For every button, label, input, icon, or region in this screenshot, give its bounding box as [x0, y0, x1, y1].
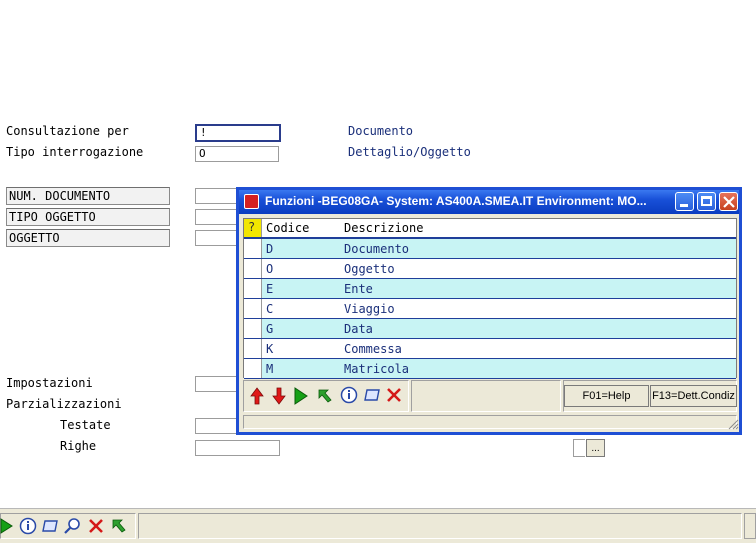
arrow-up-icon[interactable]: [250, 387, 264, 405]
bottom-message-area: [138, 513, 742, 539]
function-key-area: F01=Help F13=Dett.Condiz: [563, 380, 737, 412]
row-description: Matricola: [344, 362, 410, 376]
row-code: C: [266, 302, 274, 316]
minimize-button[interactable]: [675, 192, 694, 211]
cancel-icon[interactable]: [386, 387, 402, 403]
close-button[interactable]: [719, 192, 738, 211]
browse-button[interactable]: ...: [586, 439, 605, 457]
info-icon[interactable]: [340, 386, 358, 404]
f01-help-button[interactable]: F01=Help: [564, 385, 649, 407]
parzializzazioni-label: Parzializzazioni: [6, 397, 122, 411]
search-icon[interactable]: [64, 517, 82, 535]
list-item[interactable]: E Ente: [244, 279, 736, 299]
list-item[interactable]: K Commessa: [244, 339, 736, 359]
oggetto-input[interactable]: [195, 230, 240, 246]
functions-dialog: Funzioni -BEG08GA- System: AS400A.SMEA.I…: [236, 187, 742, 435]
impostazioni-input[interactable]: [195, 376, 240, 392]
list-item[interactable]: G Data: [244, 319, 736, 339]
oggetto-label: OGGETTO: [6, 229, 170, 247]
row-description: Data: [344, 322, 373, 336]
column-header-descrizione[interactable]: Descrizione: [344, 221, 423, 235]
consultazione-description: Documento: [348, 124, 414, 138]
window-icon[interactable]: [41, 518, 59, 534]
row-description: Commessa: [344, 342, 402, 356]
list-item[interactable]: C Viaggio: [244, 299, 736, 319]
return-arrow-icon[interactable]: [110, 517, 128, 535]
resize-grip-icon[interactable]: [727, 418, 739, 430]
row-selector[interactable]: [244, 279, 262, 298]
righe-option-field[interactable]: [573, 439, 585, 457]
bottom-toolbar: [0, 508, 756, 543]
dialog-titlebar[interactable]: Funzioni -BEG08GA- System: AS400A.SMEA.I…: [239, 190, 739, 214]
list-item[interactable]: D Documento: [244, 239, 736, 259]
num-documento-input[interactable]: [195, 188, 240, 204]
impostazioni-label: Impostazioni: [6, 376, 93, 390]
row-code: E: [266, 282, 274, 296]
row-selector[interactable]: [244, 319, 262, 338]
testate-label: Testate: [60, 418, 111, 432]
row-selector[interactable]: [244, 339, 262, 358]
tipo-oggetto-input[interactable]: [195, 209, 240, 225]
close-x-icon: [723, 196, 735, 208]
window-icon[interactable]: [363, 387, 381, 403]
f13-dett-condiz-button[interactable]: F13=Dett.Condiz: [650, 385, 737, 407]
row-selector[interactable]: [244, 359, 262, 378]
dialog-title: Funzioni -BEG08GA- System: AS400A.SMEA.I…: [265, 194, 647, 208]
list-item[interactable]: O Oggetto: [244, 259, 736, 279]
row-selector[interactable]: [244, 259, 262, 278]
app-icon: [244, 194, 259, 209]
tipo-interrogazione-input[interactable]: O: [195, 146, 279, 162]
num-documento-label: NUM. DOCUMENTO: [6, 187, 170, 205]
tipo-oggetto-label: TIPO OGGETTO: [6, 208, 170, 226]
row-selector[interactable]: [244, 239, 262, 258]
column-header-codice[interactable]: Codice: [266, 221, 309, 235]
play-icon[interactable]: [0, 518, 14, 534]
dialog-toolbar-spacer: [411, 380, 561, 412]
row-code: O: [266, 262, 274, 276]
righe-label: Righe: [60, 439, 97, 453]
row-code: G: [266, 322, 274, 336]
tipo-interrogazione-label: Tipo interrogazione: [6, 145, 144, 159]
maximize-icon: [701, 196, 712, 206]
close-icon[interactable]: [88, 518, 104, 534]
functions-grid: ? Codice Descrizione D Documento O Oggetto E…: [243, 218, 737, 379]
row-description: Viaggio: [344, 302, 395, 316]
return-arrow-icon[interactable]: [316, 387, 334, 405]
consultazione-input[interactable]: !: [195, 124, 281, 142]
bottom-status-area: [744, 513, 756, 539]
info-icon[interactable]: [19, 517, 37, 535]
tipo-interrogazione-description: Dettaglio/Oggetto: [348, 145, 471, 159]
maximize-button[interactable]: [697, 192, 716, 211]
row-description: Documento: [344, 242, 410, 256]
minimize-icon: [680, 204, 688, 207]
arrow-down-icon[interactable]: [272, 387, 286, 405]
row-code: D: [266, 242, 274, 256]
consultazione-label: Consultazione per: [6, 124, 129, 138]
grid-header: ? Codice Descrizione: [244, 219, 736, 239]
row-description: Oggetto: [344, 262, 395, 276]
row-selector[interactable]: [244, 299, 262, 318]
dialog-status-bar: [243, 415, 737, 429]
righe-input[interactable]: [195, 440, 280, 456]
help-marker[interactable]: ?: [244, 219, 262, 237]
dialog-toolbar: [243, 380, 409, 412]
play-icon[interactable]: [294, 387, 308, 405]
row-code: K: [266, 342, 274, 356]
row-code: M: [266, 362, 274, 376]
list-item[interactable]: M Matricola: [244, 359, 736, 379]
row-description: Ente: [344, 282, 373, 296]
